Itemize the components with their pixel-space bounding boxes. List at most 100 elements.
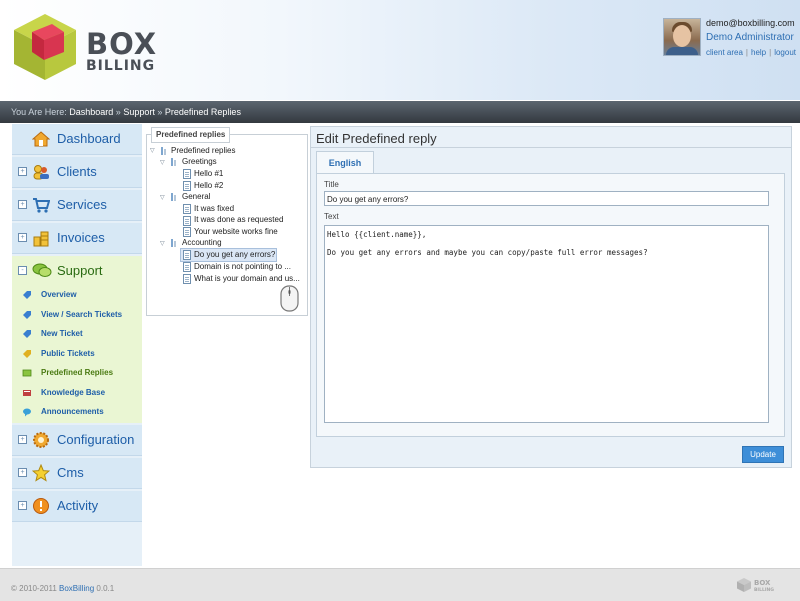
breadcrumb-dashboard[interactable]: Dashboard: [69, 107, 113, 117]
sidebar-item-clients[interactable]: + Clients: [12, 157, 142, 188]
text-textarea[interactable]: Hello {{client.name}}, Do you get any er…: [324, 225, 769, 423]
tree-node-reply[interactable]: Hello #2: [194, 181, 223, 190]
sidebar-item-dashboard[interactable]: Dashboard: [12, 124, 142, 155]
expand-toggle[interactable]: +: [18, 435, 27, 444]
folder-icon: [171, 193, 176, 201]
logo-text: BOX BILLING: [86, 27, 158, 74]
expand-toggle[interactable]: +: [18, 233, 27, 242]
client-area-link[interactable]: client area: [706, 48, 743, 57]
sidebar-item-invoices[interactable]: + Invoices: [12, 223, 142, 254]
breadcrumb-prefix: You Are Here:: [11, 107, 67, 117]
breadcrumb-support[interactable]: Support: [123, 107, 155, 117]
tree-node-group[interactable]: Accounting: [182, 238, 222, 247]
document-icon: [183, 181, 191, 191]
clients-icon: [33, 165, 49, 180]
sidebar-section-support: - Support Overview View / Search Tickets…: [12, 256, 142, 423]
sidebar-sub-predefined-replies[interactable]: Predefined Replies: [12, 364, 142, 384]
footer-logo-box: BOX: [754, 579, 771, 587]
tree-node-reply[interactable]: Hello #1: [194, 169, 223, 178]
breadcrumb-separator: »: [157, 107, 163, 117]
expand-toggle[interactable]: +: [18, 468, 27, 477]
alert-icon: [33, 498, 49, 514]
tree-node-reply-selected[interactable]: Do you get any errors?: [194, 250, 275, 259]
expand-toggle[interactable]: +: [18, 501, 27, 510]
tree-node-group[interactable]: Greetings: [182, 157, 217, 166]
sidebar: Dashboard + Clients + Services + Invoice…: [12, 124, 142, 566]
sidebar-item-label: Configuration: [57, 432, 135, 447]
sidebar-item-label: Cms: [57, 465, 84, 480]
title-input[interactable]: Do you get any errors?: [324, 191, 769, 206]
expand-toggle[interactable]: +: [18, 167, 27, 176]
sidebar-sub-knowledge-base[interactable]: Knowledge Base: [12, 384, 142, 404]
sidebar-item-label: Activity: [57, 498, 99, 513]
tab-english[interactable]: English: [316, 151, 374, 174]
update-button[interactable]: Update: [742, 446, 784, 463]
sidebar-sub-new-ticket[interactable]: New Ticket: [12, 325, 142, 345]
copyright-text: © 2010-2011: [11, 584, 57, 593]
sidebar-sub-public-tickets[interactable]: Public Tickets: [12, 345, 142, 365]
tree-node-reply[interactable]: It was done as requested: [194, 215, 283, 224]
sidebar-item-label: Support: [57, 263, 103, 278]
sidebar-item-cms[interactable]: + Cms: [12, 458, 142, 489]
breadcrumb-separator: »: [115, 107, 121, 117]
tree-node-reply[interactable]: Your website works fine: [194, 227, 278, 236]
document-icon: [183, 169, 191, 179]
logo-box-text: BOX: [86, 27, 158, 61]
sidebar-sub-label: New Ticket: [41, 329, 83, 338]
collapse-arrow-icon[interactable]: ▽: [160, 240, 165, 247]
sidebar-sub-view-search-tickets[interactable]: View / Search Tickets: [12, 306, 142, 326]
sidebar-sub-label: View / Search Tickets: [41, 309, 123, 319]
avatar[interactable]: [663, 18, 701, 56]
home-icon: [32, 131, 50, 147]
sidebar-item-label: Dashboard: [57, 131, 121, 146]
document-icon: [183, 274, 191, 284]
tree-node-group[interactable]: General: [182, 192, 210, 201]
breadcrumb: You Are Here: Dashboard » Support » Pred…: [0, 101, 800, 123]
document-icon: [183, 250, 191, 260]
sidebar-sub-overview[interactable]: Overview: [12, 286, 142, 306]
collapse-arrow-icon[interactable]: ▽: [160, 194, 165, 201]
footer-logo-billing: BILLING: [754, 587, 774, 593]
user-name-link[interactable]: Demo Administrator: [706, 32, 794, 43]
tag-icon: [23, 310, 31, 319]
tag-icon: [23, 349, 31, 358]
header: BOX BILLING demo@boxbilling.com Demo Adm…: [0, 0, 800, 100]
cart-icon: [33, 198, 50, 213]
tree-legend: Predefined replies: [151, 127, 231, 143]
tree-node-reply[interactable]: What is your domain and us...: [194, 274, 300, 283]
expand-toggle[interactable]: +: [18, 200, 27, 209]
collapse-arrow-icon[interactable]: ▽: [150, 147, 155, 154]
footer-brand-link[interactable]: BoxBilling: [59, 584, 94, 593]
sidebar-item-configuration[interactable]: + Configuration: [12, 425, 142, 456]
sidebar-item-services[interactable]: + Services: [12, 190, 142, 221]
document-icon: [183, 204, 191, 214]
text-label: Text: [324, 212, 339, 221]
document-icon: [183, 227, 191, 237]
page-title: Edit Predefined reply: [316, 131, 437, 146]
collapse-arrow-icon[interactable]: ▽: [160, 159, 165, 166]
sidebar-item-support[interactable]: - Support: [12, 256, 142, 286]
tree-node-reply[interactable]: Domain is not pointing to ...: [194, 262, 291, 271]
help-link[interactable]: help: [751, 48, 766, 57]
sidebar-sub-announcements[interactable]: Announcements: [12, 403, 142, 423]
chat-icon: [32, 263, 52, 277]
sidebar-item-activity[interactable]: + Activity: [12, 491, 142, 522]
tree-node-root[interactable]: Predefined replies: [171, 146, 235, 155]
collapse-toggle[interactable]: -: [18, 266, 27, 275]
sidebar-sub-label: Overview: [41, 290, 77, 299]
reply-icon: [22, 369, 32, 377]
sidebar-item-label: Clients: [57, 164, 97, 179]
book-icon: [23, 389, 31, 396]
user-email: demo@boxbilling.com: [706, 18, 795, 28]
gear-icon: [33, 432, 49, 448]
tree-node-reply[interactable]: It was fixed: [194, 204, 234, 213]
sidebar-item-label: Invoices: [57, 230, 105, 245]
document-icon: [183, 262, 191, 272]
folder-icon: [171, 239, 176, 247]
document-icon: [183, 216, 191, 226]
sidebar-sub-label: Predefined Replies: [41, 368, 114, 377]
user-links: client area | help | logout: [706, 48, 796, 57]
footer-logo: BOX BILLING: [737, 578, 774, 593]
logout-link[interactable]: logout: [774, 48, 796, 57]
sidebar-sub-label: Public Tickets: [41, 348, 95, 358]
